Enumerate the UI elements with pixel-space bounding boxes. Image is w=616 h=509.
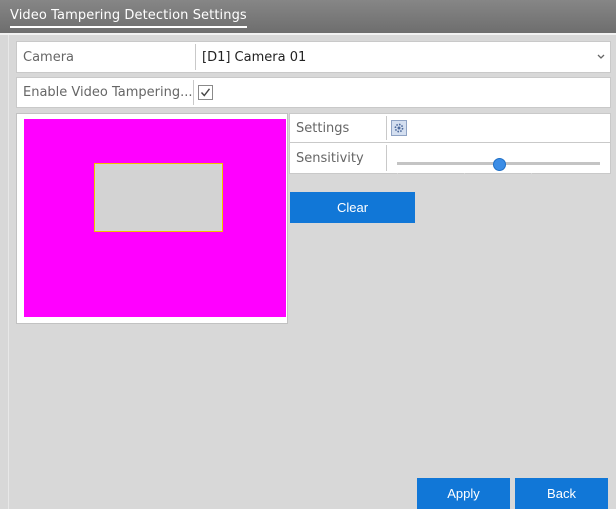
- chevron-down-icon: [597, 54, 605, 59]
- apply-button[interactable]: Apply: [417, 478, 510, 509]
- camera-select[interactable]: [D1] Camera 01: [196, 42, 610, 72]
- camera-label: Camera: [23, 49, 75, 65]
- sensitivity-label: Sensitivity: [296, 150, 364, 166]
- video-preview-frame: [16, 113, 288, 324]
- settings-row: Settings: [289, 113, 611, 143]
- settings-gear-button[interactable]: [391, 120, 407, 136]
- camera-row: Camera [D1] Camera 01: [16, 41, 611, 73]
- title-bar: Video Tampering Detection Settings: [0, 0, 616, 35]
- settings-label: Settings: [296, 120, 350, 136]
- slider-thumb[interactable]: [492, 158, 506, 171]
- slider-tick: [530, 173, 532, 177]
- enable-row: Enable Video Tampering...: [16, 77, 611, 108]
- tampering-region[interactable]: [94, 163, 223, 232]
- enable-checkbox[interactable]: [198, 85, 213, 100]
- sensitivity-slider[interactable]: [387, 143, 610, 177]
- checkmark-icon: [200, 88, 211, 97]
- camera-select-value: [D1] Camera 01: [202, 49, 307, 65]
- settings-cell: [387, 114, 610, 142]
- slider-tick: [463, 173, 465, 177]
- enable-cell: [194, 78, 610, 107]
- slider-track: [397, 158, 600, 177]
- gear-icon: [394, 123, 404, 133]
- page-title: Video Tampering Detection Settings: [10, 8, 247, 28]
- clear-button[interactable]: Clear: [290, 192, 415, 223]
- back-button[interactable]: Back: [515, 478, 608, 509]
- enable-label: Enable Video Tampering...: [23, 85, 193, 100]
- slider-tick: [397, 173, 398, 177]
- sensitivity-row: Sensitivity: [289, 142, 611, 177]
- video-preview-area[interactable]: [24, 119, 286, 317]
